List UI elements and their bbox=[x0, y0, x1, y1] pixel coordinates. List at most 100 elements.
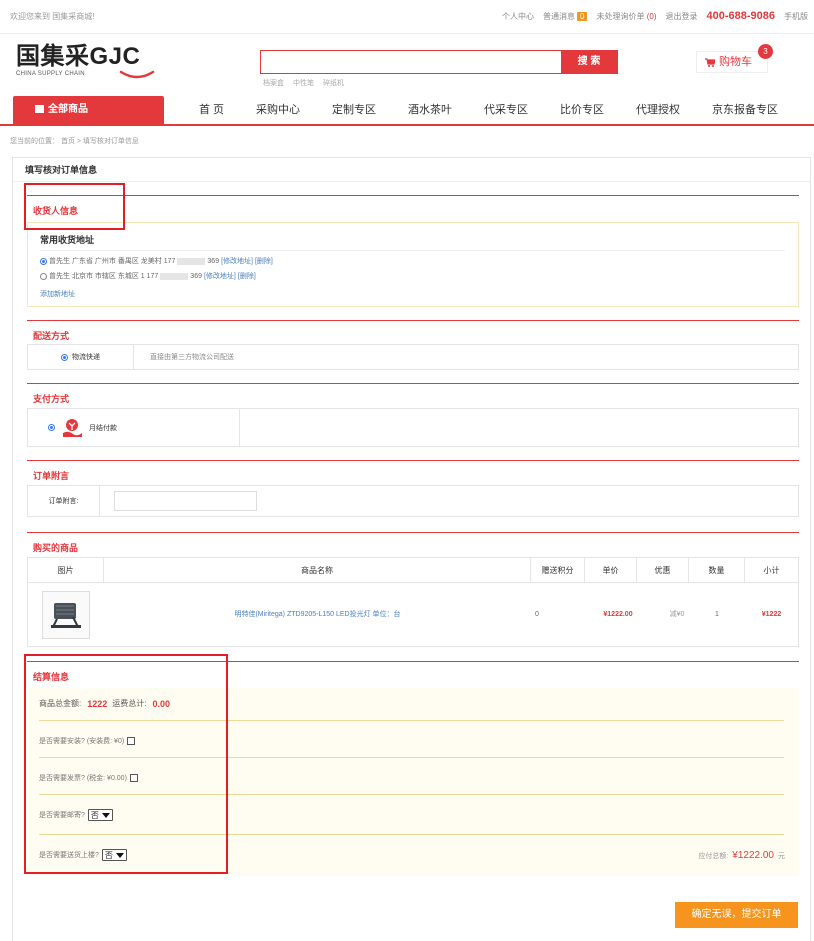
product-subtotal: ¥1222 bbox=[761, 611, 782, 618]
search-button[interactable]: 搜 索 bbox=[561, 51, 617, 73]
col-header-price: 单价 bbox=[585, 558, 637, 583]
search-bar: 搜 索 bbox=[260, 50, 618, 74]
address-text: 曾先生 北京市 市辖区 东城区 1 177 bbox=[49, 273, 159, 280]
edit-address-link[interactable]: [修改地址] bbox=[221, 256, 253, 266]
invoice-option: 是否需要发票? (税金: ¥0.00) bbox=[39, 773, 138, 783]
order-form: 填写核对订单信息 收货人信息 常用收货地址 曾先生 广东省 广州市 番禺区 龙美… bbox=[12, 157, 811, 941]
shipping-value: 0.00 bbox=[152, 698, 171, 709]
remark-input[interactable] bbox=[114, 491, 257, 511]
hot-keyword[interactable]: 中性笔 bbox=[293, 78, 314, 88]
address-phone-tail: 369 bbox=[207, 257, 220, 265]
invoice-checkbox[interactable] bbox=[129, 774, 138, 782]
add-address-link[interactable]: 添加新地址 bbox=[40, 289, 75, 299]
payable-label: 应付总额: bbox=[698, 853, 729, 860]
product-name-link[interactable]: 明特佳(Miritega) ZTD9205-L150 LED投光灯 单位：台 bbox=[234, 611, 400, 618]
delivery-option[interactable]: 物流快递 bbox=[28, 345, 134, 369]
floodlight-icon bbox=[51, 603, 81, 628]
nav-item-custom[interactable]: 定制专区 bbox=[332, 96, 376, 124]
divider bbox=[39, 794, 784, 795]
personal-center-link[interactable]: 个人中心 bbox=[502, 11, 534, 22]
redacted-block bbox=[160, 272, 189, 280]
post-select-value: 否 bbox=[90, 810, 99, 820]
table-row: 明特佳(Miritega) ZTD9205-L150 LED投光灯 单位：台 bbox=[104, 583, 531, 647]
post-option: 是否需要邮寄? 否 bbox=[39, 809, 113, 821]
cart-label: 购物车 bbox=[719, 56, 752, 68]
unhandled-inquiry-link[interactable]: 未处理询价单 (0) bbox=[596, 11, 656, 22]
delivery-desc: 直接由第三方物流公司配送 bbox=[150, 354, 234, 361]
logo-cn: 国集采 bbox=[16, 43, 90, 70]
hot-keywords: 档案盒 中性笔 碎纸机 bbox=[263, 78, 344, 88]
site-logo[interactable]: 国集采GJC CHINA SUPPLY CHAIN bbox=[16, 44, 166, 84]
nav-item-purchase-center[interactable]: 采购中心 bbox=[256, 96, 300, 124]
goods-table-header: 图片 商品名称 赠送积分 单价 优惠 数量 小计 bbox=[28, 558, 798, 583]
address-phone-tail: 369 bbox=[190, 272, 202, 280]
main-nav: 全部商品 首 页 采购中心 定制专区 酒水茶叶 代采专区 比价专区 代理授权 京… bbox=[0, 96, 814, 126]
divider bbox=[39, 834, 784, 835]
logo-smile-icon bbox=[119, 70, 155, 79]
redacted-block bbox=[177, 257, 206, 265]
col-header-name: 商品名称 bbox=[104, 558, 531, 583]
payment-section-title: 支付方式 bbox=[27, 383, 799, 405]
all-categories-label: 全部商品 bbox=[48, 104, 88, 115]
logout-link[interactable]: 退出登录 bbox=[665, 11, 697, 22]
messages-link[interactable]: 普通消息 0 bbox=[543, 11, 588, 22]
delivery-options: 物流快递 直接由第三方物流公司配送 bbox=[27, 344, 799, 370]
top-links: 个人中心 普通消息 0 未处理询价单 (0) 退出登录 400-688-9086 … bbox=[502, 10, 808, 22]
nav-item-wine-tea[interactable]: 酒水茶叶 bbox=[408, 96, 452, 124]
col-header-subtotal: 小计 bbox=[763, 566, 780, 575]
nav-item-agent-purchase[interactable]: 代采专区 bbox=[484, 96, 528, 124]
address-option[interactable]: 曾先生 北京市 市辖区 东城区 1 177 369 [修改地址] [删除] bbox=[40, 271, 256, 281]
delete-address-link[interactable]: [删除] bbox=[238, 271, 256, 281]
all-categories-button[interactable]: 全部商品 bbox=[13, 96, 164, 124]
post-question: 是否需要邮寄? bbox=[39, 812, 85, 819]
install-checkbox[interactable] bbox=[127, 737, 136, 745]
product-image[interactable] bbox=[42, 591, 90, 639]
top-bar: 欢迎您来到 国集采商城! 个人中心 普通消息 0 未处理询价单 (0) 退出登录 … bbox=[0, 0, 814, 34]
totals-row: 商品总金额: 1222 运费总计: 0.00 bbox=[39, 698, 172, 709]
post-select[interactable]: 否 bbox=[87, 809, 113, 821]
consignee-address-box: 常用收货地址 曾先生 广东省 广州市 番禺区 龙美村 177 369 [修改地址]… bbox=[27, 222, 799, 307]
remark-section-title: 订单附言 bbox=[27, 460, 799, 482]
divider bbox=[39, 720, 784, 721]
payment-option[interactable]: 月结付款 bbox=[28, 409, 240, 446]
unhandled-label: 未处理询价单 bbox=[596, 11, 645, 21]
hot-keyword[interactable]: 碎纸机 bbox=[323, 78, 344, 88]
delivery-option-label: 物流快递 bbox=[72, 354, 100, 361]
payment-option-label: 月结付款 bbox=[89, 424, 117, 432]
nav-item-price-compare[interactable]: 比价专区 bbox=[560, 96, 604, 124]
edit-address-link[interactable]: [修改地址] bbox=[204, 271, 236, 281]
settlement-section-title: 结算信息 bbox=[27, 661, 799, 683]
settlement-panel: 商品总金额: 1222 运费总计: 0.00 是否需要安装? (安装费: ¥0) 是… bbox=[27, 688, 799, 876]
goods-section-title: 购买的商品 bbox=[27, 532, 799, 554]
nav-item-home[interactable]: 首 页 bbox=[199, 96, 224, 124]
messages-label: 普通消息 bbox=[543, 11, 576, 21]
install-question: 是否需要安装? (安装费: ¥0) bbox=[39, 738, 125, 745]
mobile-version-link[interactable]: 手机版 bbox=[784, 11, 808, 22]
logo-en: GJC bbox=[89, 43, 141, 70]
remark-box: 订单附言: bbox=[27, 485, 799, 517]
upstairs-option: 是否需要送货上楼? 否 bbox=[39, 849, 127, 861]
product-points: 0 bbox=[535, 611, 539, 618]
search-input[interactable] bbox=[261, 51, 562, 73]
cart-count-badge: 3 bbox=[758, 44, 773, 59]
address-radio[interactable] bbox=[40, 257, 47, 265]
address-option[interactable]: 曾先生 广东省 广州市 番禺区 龙美村 177 369 [修改地址] [删除] bbox=[40, 256, 273, 266]
upstairs-select[interactable]: 否 bbox=[101, 849, 127, 861]
product-qty: 1 bbox=[715, 611, 719, 618]
delete-address-link[interactable]: [删除] bbox=[255, 256, 273, 266]
unhandled-count: (0) bbox=[646, 11, 657, 21]
hot-keyword[interactable]: 档案盒 bbox=[263, 78, 284, 88]
delivery-radio[interactable] bbox=[61, 353, 68, 361]
payable-value: ¥1222.00 bbox=[732, 850, 774, 861]
logo-text: 国集采GJC bbox=[16, 44, 166, 70]
submit-order-button[interactable]: 确定无误，提交订单 bbox=[675, 902, 798, 928]
nav-item-jd-report[interactable]: 京东报备专区 bbox=[712, 96, 778, 124]
nav-item-agency-auth[interactable]: 代理授权 bbox=[636, 96, 680, 124]
payment-radio[interactable] bbox=[48, 424, 55, 431]
product-price: ¥1222.00 bbox=[603, 611, 633, 618]
cart-button[interactable]: 购物车 3 bbox=[696, 44, 773, 73]
monthly-pay-icon bbox=[63, 418, 82, 437]
payable-total: 应付总额: ¥1222.00 元 bbox=[698, 850, 785, 861]
goods-total-label: 商品总金额: bbox=[39, 699, 82, 708]
address-radio[interactable] bbox=[40, 272, 47, 280]
